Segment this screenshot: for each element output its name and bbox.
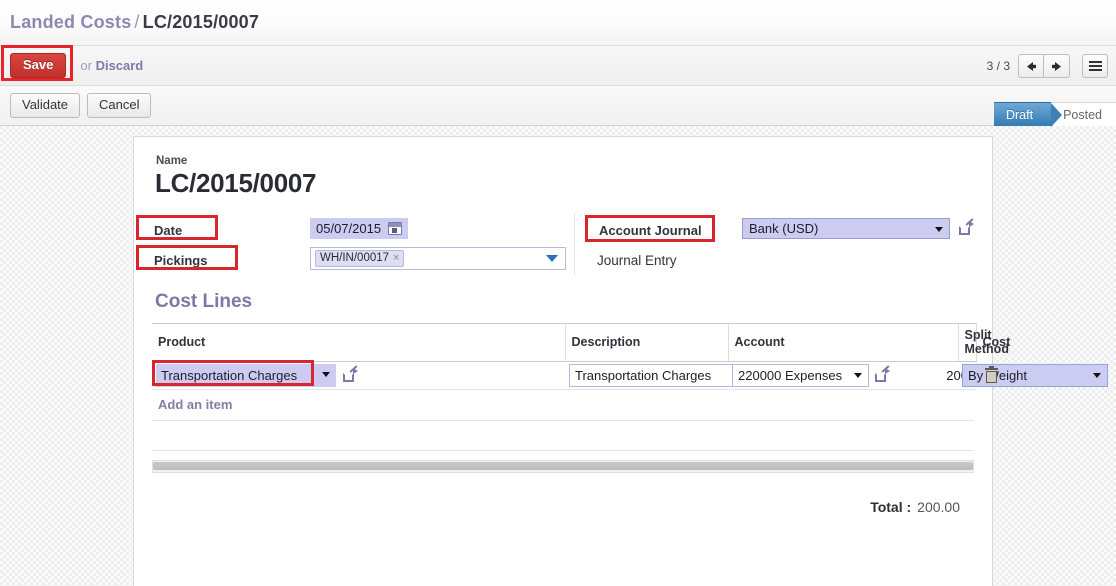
cell-account[interactable]: 220000 Expenses (728, 361, 959, 390)
total-value: 200.00 (917, 499, 960, 515)
form-right-labels: Account Journal Journal Entry (585, 213, 742, 275)
product-value: Transportation Charges (161, 368, 298, 383)
table-row[interactable]: Transportation Charges Transportation Ch… (152, 360, 1109, 390)
validate-button[interactable]: Validate (10, 93, 81, 118)
status-step-draft-label: Draft (1005, 107, 1034, 122)
scrollbar-thumb[interactable] (153, 462, 973, 470)
name-field-label: Name (156, 155, 188, 167)
column-header-product[interactable]: Product (152, 323, 566, 362)
external-link-icon[interactable] (343, 365, 358, 382)
add-an-item-link[interactable]: Add an item (152, 390, 974, 421)
calendar-icon[interactable] (388, 221, 403, 235)
breadcrumb: Landed Costs / LC/2015/0007 (10, 12, 259, 33)
action-bar: Save or Discard 3 / 3 (0, 45, 1116, 86)
pager: 3 / 3 (987, 46, 1108, 86)
pager-count: 3 / 3 (986, 59, 1010, 73)
cost-lines-body: Transportation Charges Transportation Ch… (152, 360, 1109, 390)
journal-entry-label: Journal Entry (597, 252, 677, 268)
form-left-labels: Date Pickings (136, 213, 310, 275)
discard-button[interactable]: Discard (96, 58, 144, 73)
form-columns: Date Pickings 05/07/2015 WH/IN/00017 × A… (136, 213, 974, 275)
form-sheet: Name LC/2015/0007 Date Pickings 05/07/20… (133, 136, 1109, 586)
hamburger-menu-icon[interactable] (1082, 54, 1108, 78)
cell-description[interactable]: Transportation Charges (565, 361, 770, 390)
account-journal-select[interactable]: Bank (USD) (742, 217, 950, 239)
or-label: or (80, 58, 92, 73)
horizontal-scrollbar[interactable] (152, 460, 974, 473)
arrow-left-icon (1026, 61, 1036, 71)
pager-previous-button[interactable] (1018, 54, 1044, 78)
date-row-label: Date (136, 214, 310, 245)
split-method-select[interactable]: By Weight (962, 364, 1109, 387)
column-header-description[interactable]: Description (565, 323, 729, 362)
page-body: Name LC/2015/0007 Date Pickings 05/07/20… (0, 126, 1116, 586)
date-row-value: 05/07/2015 (310, 213, 574, 243)
account-value: 220000 Expenses (738, 368, 843, 383)
table-header-row: Product Description Account Split Method… (152, 323, 1010, 362)
account-input[interactable]: 220000 Expenses (732, 364, 870, 387)
pickings-tag[interactable]: WH/IN/00017 × (315, 249, 405, 267)
date-label: Date (136, 214, 218, 240)
cell-product[interactable]: Transportation Charges (152, 360, 566, 390)
form-column-left: Date Pickings 05/07/2015 WH/IN/00017 × (136, 213, 574, 275)
save-button[interactable]: Save (10, 53, 67, 78)
cost-lines-title: Cost Lines (155, 291, 253, 312)
breadcrumb-bar: Landed Costs / LC/2015/0007 (0, 0, 1116, 46)
journal-entry-row-value (742, 243, 974, 273)
breadcrumb-parent-link[interactable]: Landed Costs (10, 12, 131, 32)
account-journal-value: Bank (USD) (749, 220, 819, 236)
external-link-icon[interactable] (959, 217, 974, 235)
pickings-tag-label: WH/IN/00017 (320, 251, 390, 264)
account-journal-row-value: Bank (USD) (742, 213, 974, 243)
cancel-button[interactable]: Cancel (87, 93, 152, 118)
pickings-label: Pickings (136, 244, 238, 270)
pickings-row-value: WH/IN/00017 × (310, 243, 574, 273)
page-title: LC/2015/0007 (155, 168, 317, 198)
discard-area: or Discard (80, 58, 143, 73)
chevron-down-icon (854, 373, 863, 378)
arrow-right-icon (1052, 61, 1061, 71)
account-journal-label-text: Account Journal (599, 222, 702, 238)
pickings-input[interactable]: WH/IN/00017 × (310, 246, 566, 270)
form-right-values: Bank (USD) (742, 213, 974, 275)
account-journal-row-label: Account Journal (585, 214, 742, 245)
save-button-wrapper: Save (1, 45, 73, 81)
breadcrumb-current: LC/2015/0007 (142, 12, 260, 32)
breadcrumb-separator: / (134, 12, 140, 32)
pickings-label-text: Pickings (154, 252, 208, 268)
status-step-draft[interactable]: Draft (993, 102, 1063, 127)
totals-row: Total : 200.00 (152, 473, 974, 515)
date-value: 05/07/2015 (316, 220, 382, 236)
total-label: Total : (870, 499, 912, 515)
journal-entry-row-label: Journal Entry (597, 245, 742, 275)
column-header-account[interactable]: Account (728, 323, 959, 362)
chevron-down-icon (1093, 373, 1102, 378)
chevron-down-icon (322, 372, 330, 377)
external-link-icon[interactable] (875, 365, 891, 382)
description-value: Transportation Charges (575, 368, 712, 383)
pickings-tag-remove-icon[interactable]: × (393, 252, 399, 265)
account-journal-label: Account Journal (585, 214, 715, 242)
column-header-split-method[interactable]: Split Method (958, 323, 1009, 362)
pager-buttons (1018, 54, 1070, 78)
date-input[interactable]: 05/07/2015 (310, 217, 409, 239)
chevron-down-icon (935, 226, 943, 232)
form-column-right: Account Journal Journal Entry Bank (USD) (574, 213, 974, 275)
cost-lines-header: Product Description Account Split Method… (152, 323, 1010, 362)
pickings-row-label: Pickings (136, 244, 310, 275)
status-step-posted-label: Posted (1063, 107, 1102, 122)
form-left-values: 05/07/2015 WH/IN/00017 × (310, 213, 574, 275)
table-blank-row (152, 421, 974, 451)
cost-lines-table: Product Description Account Split Method… (152, 323, 1109, 390)
chevron-down-icon[interactable] (546, 254, 558, 262)
status-bar: Draft Posted (993, 102, 1116, 127)
pager-next-button[interactable] (1044, 54, 1070, 78)
button-bar: Validate Cancel Draft Posted (0, 86, 1116, 127)
split-method-value: By Weight (968, 368, 1028, 383)
date-label-text: Date (154, 222, 183, 238)
product-input[interactable]: Transportation Charges (152, 360, 336, 387)
